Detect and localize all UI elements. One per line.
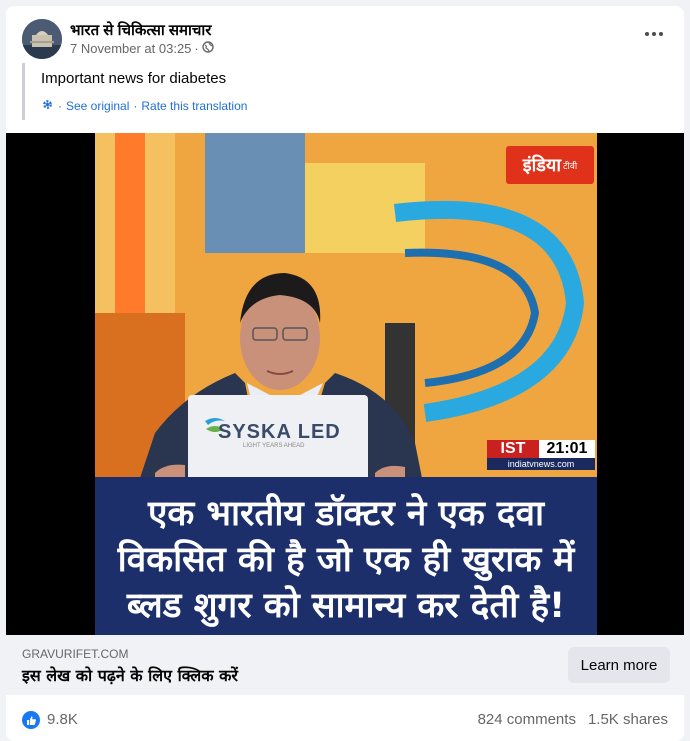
meta-separator: · — [194, 41, 199, 56]
video-player[interactable]: इंडिया टीवी SYSKA LED LIGHT YEARS AHEAD I… — [6, 133, 684, 635]
clock-label: 21:01 — [539, 440, 595, 458]
translate-dot: · — [58, 99, 62, 113]
post-text: Important news for diabetes — [41, 70, 227, 87]
translation-quote-bar — [22, 63, 25, 120]
link-domain: GRAVURIFET.COM — [22, 647, 129, 661]
timestamp[interactable]: 7 November at 03:25 — [70, 41, 191, 56]
gear-icon — [41, 98, 54, 114]
link-title[interactable]: इस लेख को पढ़ने के लिए क्लिक करें — [22, 664, 238, 686]
caption-line-1: एक भारतीय डॉक्टर ने एक दवा — [147, 494, 545, 534]
translate-dot: · — [133, 99, 138, 113]
video-frame: इंडिया टीवी SYSKA LED LIGHT YEARS AHEAD I… — [95, 133, 597, 635]
video-caption: एक भारतीय डॉक्टर ने एक दवा विकसित की है … — [95, 477, 597, 635]
laptop-prop: SYSKA LED LIGHT YEARS AHEAD — [188, 395, 368, 478]
channel-logo-sub: टीवी — [563, 161, 578, 172]
comments-count[interactable]: 824 comments — [478, 711, 576, 728]
laptop-tagline: LIGHT YEARS AHEAD — [243, 443, 305, 449]
learn-more-button[interactable]: Learn more — [568, 647, 670, 683]
translation-links: · See original · Rate this translation — [41, 98, 247, 114]
more-options-icon[interactable] — [640, 24, 668, 44]
time-zone-label: IST — [487, 440, 539, 458]
shares-count[interactable]: 1.5K shares — [588, 711, 668, 728]
engagement-stats: 824 comments 1.5K shares — [478, 711, 668, 728]
post-footer: 9.8K 824 comments 1.5K shares — [6, 695, 684, 741]
caption-line-3: ब्लड शुगर को सामान्य कर देती है! — [126, 586, 566, 626]
rate-translation-link[interactable]: Rate this translation — [141, 99, 247, 113]
channel-logo-text: इंडिया — [522, 155, 562, 176]
see-original-link[interactable]: See original — [66, 99, 129, 113]
site-url-label: indiatvnews.com — [487, 458, 595, 470]
globe-icon — [202, 41, 214, 56]
page-avatar[interactable] — [22, 19, 62, 59]
caption-line-2: विकसित की है जो एक ही खुराक में — [117, 540, 575, 580]
page-name[interactable]: भारत से चिकित्सा समाचार — [70, 20, 211, 40]
laptop-brand: SYSKA LED — [218, 421, 341, 443]
post-meta: 7 November at 03:25 · — [70, 41, 214, 56]
link-preview[interactable]: GRAVURIFET.COM इस लेख को पढ़ने के लिए क्… — [6, 635, 684, 695]
channel-logo: इंडिया टीवी — [506, 146, 594, 184]
post-card: भारत से चिकित्सा समाचार 7 November at 03… — [6, 6, 684, 741]
like-reaction-icon[interactable] — [22, 711, 40, 729]
like-count[interactable]: 9.8K — [47, 711, 78, 728]
post-header: भारत से चिकित्सा समाचार 7 November at 03… — [6, 6, 684, 66]
